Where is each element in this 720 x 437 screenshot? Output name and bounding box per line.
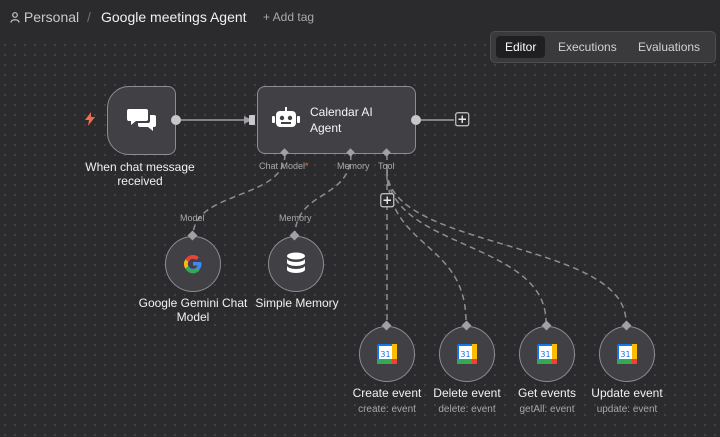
google-calendar-icon: 31 [377,344,397,364]
workflow-title[interactable]: Google meetings Agent [101,9,247,25]
agent-label-line2: Agent [310,121,342,135]
google-calendar-icon: 31 [617,344,637,364]
tab-evaluations[interactable]: Evaluations [629,36,709,58]
add-tool-button[interactable] [380,193,395,208]
calendar-day-text: 31 [460,350,470,359]
create-event-node[interactable]: 31 [359,326,415,382]
workspace-name: Personal [23,9,80,25]
robot-icon [272,107,300,127]
calendar-day-text: 31 [620,350,630,359]
chat-model-text: Chat Model [259,161,306,171]
agent-output-handle[interactable] [410,114,422,126]
required-mark: * [305,161,309,171]
update-event-label: Update event [591,386,663,400]
gemini-label-line1: Google Gemini Chat [138,296,248,310]
google-calendar-icon: 31 [457,344,477,364]
tool-port[interactable] [382,148,392,158]
trigger-node[interactable] [107,86,176,155]
get-events-handle[interactable] [541,320,553,332]
trigger-label-text: When chat message received [85,160,195,188]
gemini-node-label: Google Gemini Chat Model [133,296,253,324]
memory-node[interactable] [268,236,324,292]
breadcrumb-separator: / [87,9,91,25]
gemini-label-line2: Model [176,310,210,324]
chat-model-port-label: Chat Model* [259,161,309,171]
gemini-node[interactable] [165,236,221,292]
chat-bubbles-icon [127,109,156,131]
agent-node-label: Calendar AI Agent [310,104,373,136]
update-event-sub: update: event [596,404,658,415]
trigger-output-handle[interactable] [170,114,182,126]
memory-output-handle[interactable] [289,230,301,242]
tool-link-get [386,169,547,323]
get-events-node[interactable]: 31 [519,326,575,382]
memory-node-label: Simple Memory [255,296,339,310]
delete-event-node[interactable]: 31 [439,326,495,382]
agent-input-handle[interactable] [249,115,257,125]
calendar-day-text: 31 [380,350,390,359]
memory-port[interactable] [346,148,356,158]
agent-label-line1: Calendar AI [310,105,373,119]
tool-link-delete [386,169,467,323]
gemini-port-label: Model [180,213,205,223]
delete-event-handle[interactable] [461,320,473,332]
user-icon [10,12,20,23]
tool-link-update [386,169,627,323]
lightning-icon [85,112,95,126]
database-icon [287,252,305,273]
tool-port-label: Tool [378,161,395,171]
create-event-handle[interactable] [381,320,393,332]
tab-executions[interactable]: Executions [549,36,626,58]
memory-port-label: Memory [337,161,370,171]
add-tag-button[interactable]: + Add tag [263,10,314,24]
chat-model-port[interactable] [280,148,290,158]
tab-editor[interactable]: Editor [496,36,546,58]
memory-node-port-label: Memory [279,213,312,223]
google-calendar-icon: 31 [537,344,557,364]
view-tabs: Editor Executions Evaluations [490,31,716,63]
gemini-output-handle[interactable] [187,230,199,242]
calendar-day-text: 31 [540,350,550,359]
breadcrumb-workspace[interactable]: Personal [10,9,79,25]
add-node-button[interactable] [455,112,471,128]
update-event-node[interactable]: 31 [599,326,655,382]
trigger-node-label: When chat message received [80,160,200,188]
google-g-icon [184,255,202,274]
agent-node[interactable]: Calendar AI Agent [257,86,416,154]
update-event-handle[interactable] [621,320,633,332]
